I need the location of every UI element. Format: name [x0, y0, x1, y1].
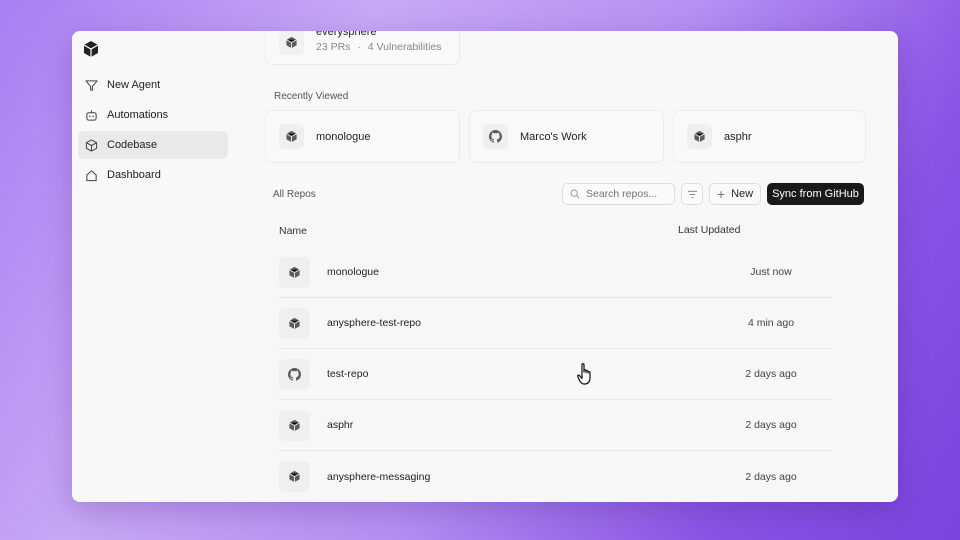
- repo-name: anysphere-messaging: [327, 470, 431, 483]
- cube-icon: [85, 138, 98, 152]
- sidebar-item-label: Dashboard: [107, 169, 161, 181]
- table-row[interactable]: test-repo 2 days ago: [279, 349, 832, 400]
- all-repos-heading: All Repos: [273, 189, 316, 200]
- repo-card-stats: 23 PRs · 4 Vulnerabilities: [316, 41, 442, 53]
- filter-button[interactable]: [681, 183, 703, 205]
- sidebar-item-automations[interactable]: Automations: [78, 101, 228, 129]
- table-row[interactable]: anysphere-messaging 2 days ago: [279, 451, 832, 502]
- recent-card-marcos-work[interactable]: Marco's Work: [469, 110, 664, 163]
- repo-last-updated: 2 days ago: [745, 419, 797, 431]
- sidebar-nav: New Agent Automations Codebase Dashboard: [78, 71, 228, 191]
- github-icon: [483, 124, 508, 149]
- sidebar-item-label: New Agent: [107, 79, 161, 91]
- agent-icon: [85, 79, 98, 91]
- cube-icon: [279, 409, 310, 441]
- vulnerability-count: 4 Vulnerabilities: [367, 40, 442, 53]
- repo-card-everysphere[interactable]: everysphere 23 PRs · 4 Vulnerabilities: [265, 31, 460, 65]
- cube-icon: [279, 307, 310, 339]
- repos-table: Name Last Updated monologue Just now any…: [267, 215, 864, 502]
- recent-card-title: monologue: [316, 130, 371, 143]
- cube-icon: [279, 31, 304, 55]
- repo-name: asphr: [327, 419, 354, 431]
- sidebar-item-dashboard[interactable]: Dashboard: [78, 161, 228, 189]
- new-repo-button[interactable]: + New: [709, 183, 761, 205]
- filter-icon: [687, 190, 697, 198]
- recent-card-title: Marco's Work: [520, 130, 587, 143]
- column-header-last-updated[interactable]: Last Updated: [678, 224, 740, 236]
- repo-name: anysphere-test-repo: [327, 317, 421, 329]
- repo-last-updated: 2 days ago: [745, 368, 797, 380]
- cube-icon: [279, 124, 304, 149]
- cursor-logo-icon: [83, 41, 99, 57]
- repo-card-title: everysphere: [316, 31, 377, 38]
- table-row[interactable]: anysphere-test-repo 4 min ago: [279, 298, 832, 349]
- robot-icon: [86, 109, 97, 121]
- sidebar: New Agent Automations Codebase Dashboard: [72, 31, 236, 502]
- main-content: everysphere 23 PRs · 4 Vulnerabilities R…: [236, 31, 898, 502]
- hand-pointer-cursor-icon: [577, 363, 591, 385]
- sidebar-item-label: Automations: [107, 109, 169, 121]
- cube-icon: [279, 461, 310, 492]
- column-header-name[interactable]: Name: [279, 225, 307, 237]
- repo-search[interactable]: [562, 183, 675, 205]
- recent-card-title: asphr: [724, 130, 752, 143]
- stats-separator: ·: [357, 40, 361, 53]
- home-icon: [86, 169, 97, 181]
- pr-count: 23 PRs: [316, 40, 351, 53]
- repo-name: test-repo: [327, 368, 369, 380]
- repo-last-updated: Just now: [750, 266, 792, 278]
- repo-last-updated: 4 min ago: [747, 317, 795, 329]
- sync-github-button[interactable]: Sync from GitHub: [767, 183, 864, 205]
- sidebar-item-label: Codebase: [107, 139, 158, 151]
- search-icon: [570, 189, 580, 199]
- repo-name: monologue: [327, 266, 379, 278]
- sidebar-item-codebase[interactable]: Codebase: [78, 131, 228, 159]
- table-row[interactable]: monologue Just now: [279, 247, 832, 298]
- cube-icon: [279, 256, 310, 288]
- recently-viewed-heading: Recently Viewed: [274, 91, 349, 102]
- plus-icon: +: [716, 186, 726, 202]
- search-input[interactable]: [586, 188, 671, 200]
- recent-card-monologue[interactable]: monologue: [265, 110, 460, 163]
- sidebar-item-new-agent[interactable]: New Agent: [78, 71, 228, 99]
- github-icon: [279, 358, 310, 390]
- new-button-label: New: [731, 188, 754, 200]
- table-row[interactable]: asphr 2 days ago: [279, 400, 832, 451]
- repo-last-updated: 2 days ago: [745, 470, 797, 483]
- cube-icon: [687, 124, 712, 149]
- app-window: New Agent Automations Codebase Dashboard: [72, 31, 898, 502]
- recent-card-asphr[interactable]: asphr: [673, 110, 866, 163]
